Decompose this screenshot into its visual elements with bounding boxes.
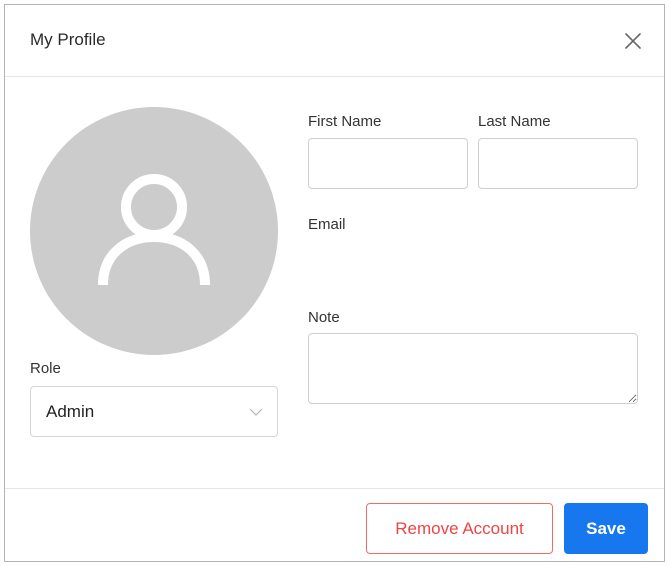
role-select-value: Admin bbox=[46, 402, 95, 421]
chevron-down-icon bbox=[249, 408, 263, 416]
role-label: Role bbox=[30, 360, 61, 377]
profile-dialog: My Profile First Name Last Name Email No… bbox=[4, 4, 665, 562]
email-label: Email bbox=[308, 216, 346, 233]
last-name-label: Last Name bbox=[478, 113, 551, 130]
dialog-header: My Profile bbox=[5, 5, 664, 77]
dialog-footer: Remove Account Save bbox=[5, 488, 664, 561]
dialog-title: My Profile bbox=[30, 30, 106, 49]
close-button[interactable] bbox=[621, 29, 645, 53]
save-button[interactable]: Save bbox=[564, 503, 648, 554]
first-name-input[interactable] bbox=[308, 138, 468, 189]
last-name-input[interactable] bbox=[478, 138, 638, 189]
first-name-label: First Name bbox=[308, 113, 382, 130]
avatar[interactable] bbox=[30, 107, 278, 355]
note-textarea[interactable] bbox=[308, 333, 638, 404]
remove-account-button[interactable]: Remove Account bbox=[366, 503, 553, 554]
role-select[interactable]: Admin bbox=[30, 386, 278, 437]
user-avatar-icon bbox=[98, 174, 210, 286]
note-label: Note bbox=[308, 309, 340, 326]
close-icon bbox=[625, 33, 641, 49]
